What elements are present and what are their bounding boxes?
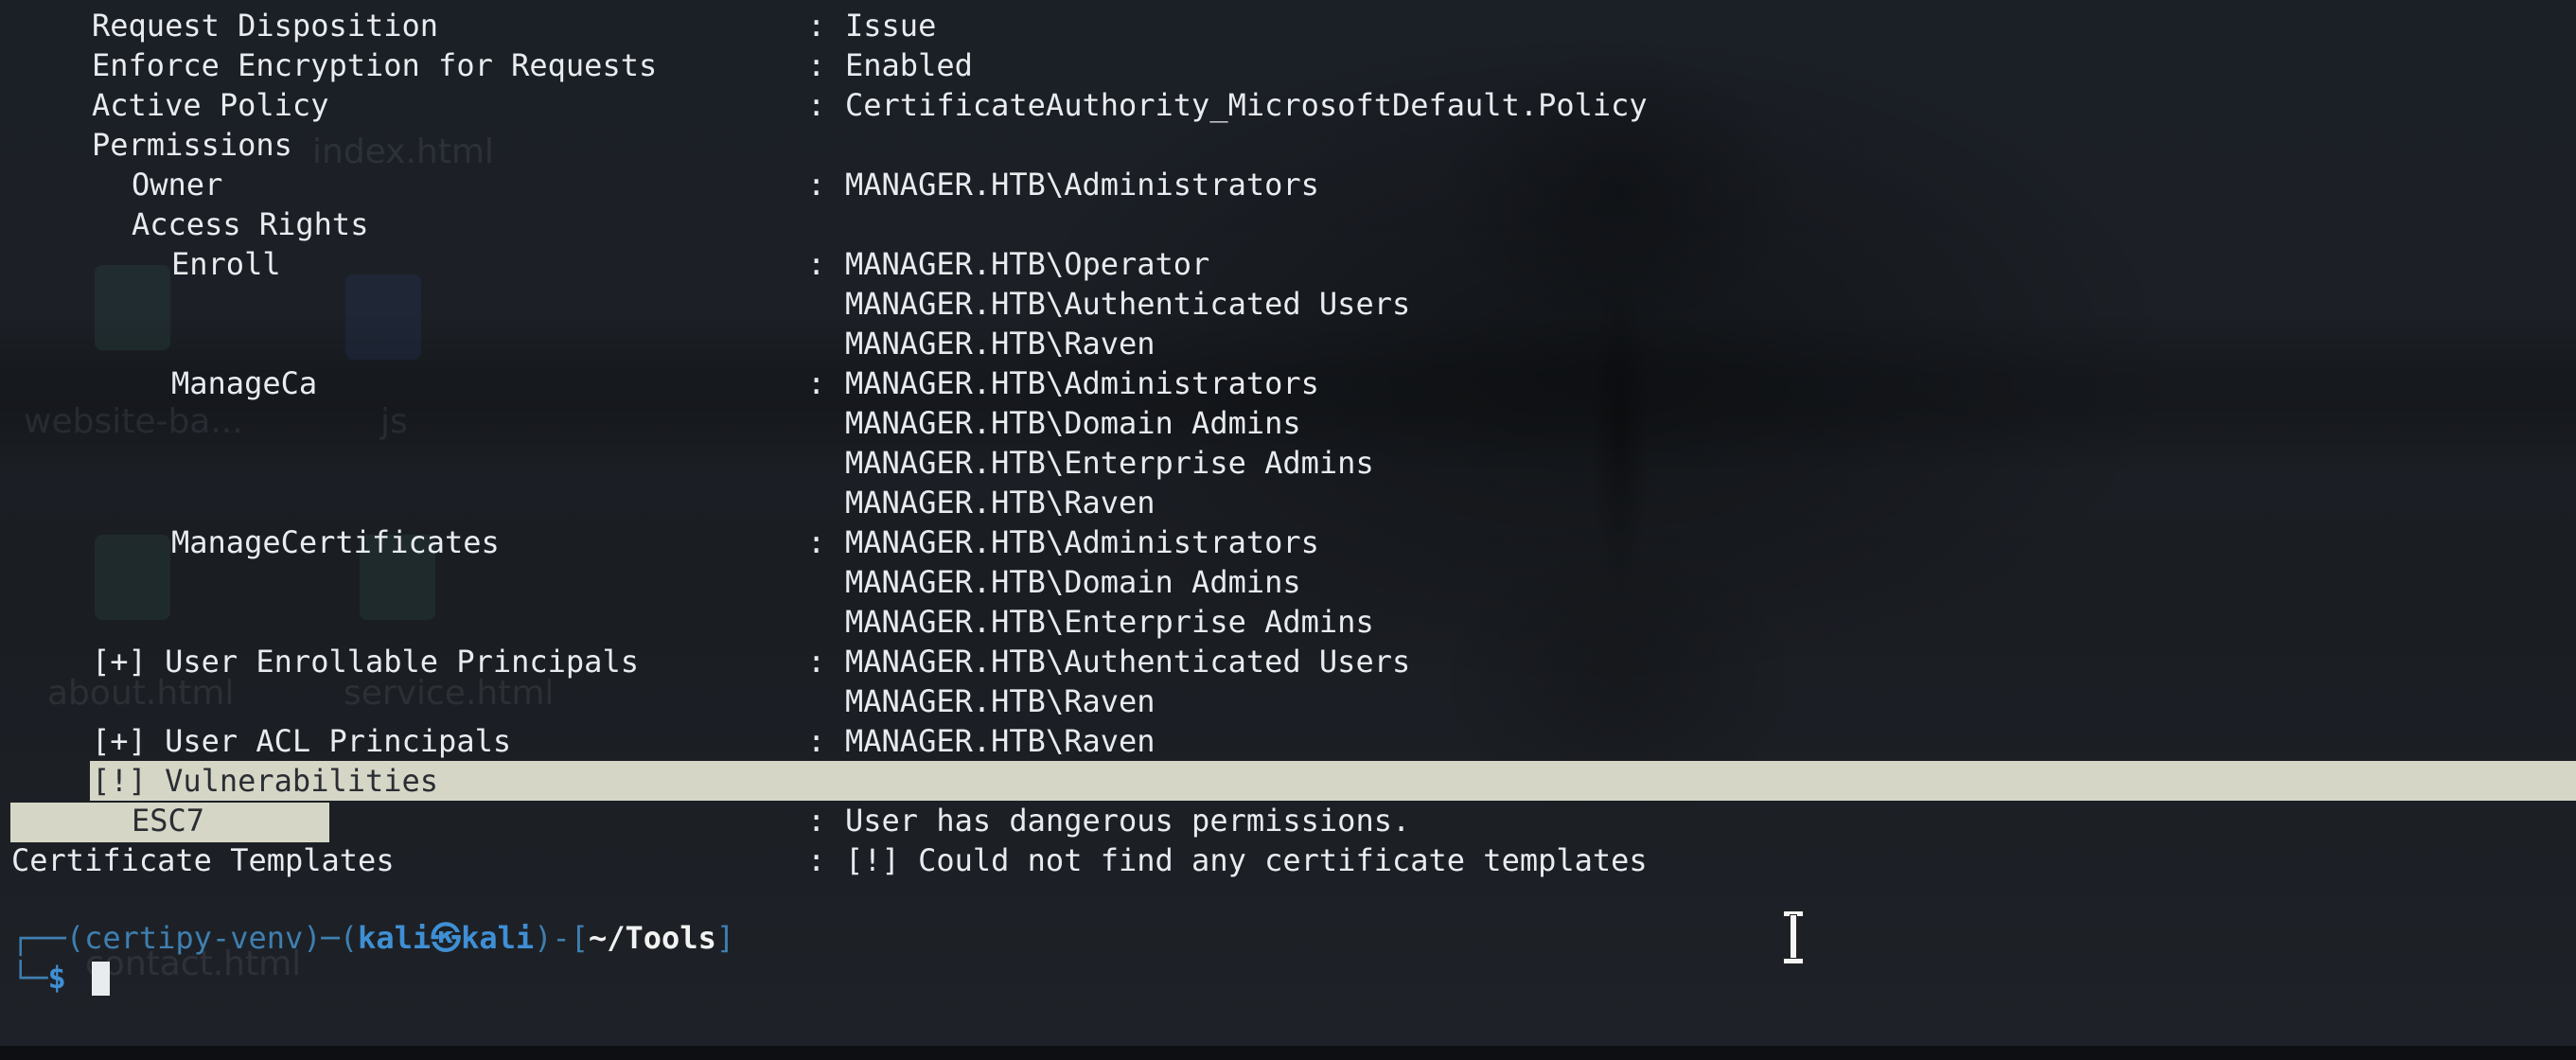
- row-value: Issue: [845, 8, 937, 44]
- row-separator: :: [807, 8, 826, 44]
- prompt-dollar: $: [47, 960, 66, 996]
- row-value: MANAGER.HTB\Administrators: [845, 365, 1319, 401]
- row-value: MANAGER.HTB\Authenticated Users: [845, 644, 1411, 680]
- row-value: MANAGER.HTB\Administrators: [845, 167, 1319, 203]
- terminal-window[interactable]: index.html website-ba... js about.html s…: [0, 0, 2576, 1060]
- terminal-row: Active Policy: CertificateAuthority_Micro…: [0, 85, 2576, 125]
- terminal-row: MANAGER.HTB\Domain Admins: [0, 403, 2576, 443]
- terminal-row: MANAGER.HTB\Enterprise Admins: [0, 602, 2576, 642]
- terminal-row: Owner: MANAGER.HTB\Administrators: [0, 165, 2576, 204]
- row-value: MANAGER.HTB\Domain Admins: [845, 405, 1301, 441]
- terminal-row: [+] User ACL Principals: MANAGER.HTB\Rave…: [0, 721, 2576, 761]
- prompt-frame-top: ┌──: [11, 920, 66, 956]
- row-separator: :: [807, 365, 826, 401]
- prompt-line-2[interactable]: └─$: [11, 956, 66, 999]
- row-key: Enroll: [171, 246, 281, 282]
- prompt-line-1: ┌──(certipy-venv)─(kali㉿kali)-[~/Tools]: [11, 916, 734, 960]
- row-value: MANAGER.HTB\Administrators: [845, 524, 1319, 560]
- row-value: CertificateAuthority_MicrosoftDefault.Po…: [845, 87, 1648, 123]
- row-value: MANAGER.HTB\Raven: [845, 485, 1156, 521]
- prompt-open-paren: (: [339, 920, 359, 956]
- row-key: Permissions: [92, 127, 292, 163]
- prompt-user: kali: [358, 920, 432, 956]
- terminal-row: Permissions: [0, 125, 2576, 165]
- row-value: MANAGER.HTB\Raven: [845, 326, 1156, 362]
- terminal-row: [+] User Enrollable Principals: MANAGER.H…: [0, 642, 2576, 681]
- terminal-row: MANAGER.HTB\Domain Admins: [0, 562, 2576, 602]
- row-key: ESC7: [132, 803, 205, 839]
- terminal-row: MANAGER.HTB\Authenticated Users: [0, 284, 2576, 324]
- row-separator: :: [807, 47, 826, 83]
- row-value: [!] Could not find any certificate templ…: [845, 842, 1648, 878]
- prompt-at-icon: ㉿: [431, 920, 462, 956]
- row-separator: :: [807, 723, 826, 759]
- row-key: Enforce Encryption for Requests: [92, 47, 658, 83]
- row-value: MANAGER.HTB\Enterprise Admins: [845, 604, 1374, 640]
- row-key: Owner: [132, 167, 223, 203]
- row-key: Request Disposition: [92, 8, 439, 44]
- prompt-frame-bottom: └─: [11, 960, 48, 996]
- row-value: MANAGER.HTB\Enterprise Admins: [845, 445, 1374, 481]
- row-separator: :: [807, 524, 826, 560]
- terminal-row: ManageCertificates: MANAGER.HTB\Administr…: [0, 522, 2576, 562]
- row-separator: :: [807, 87, 826, 123]
- row-separator: :: [807, 644, 826, 680]
- row-key: [+] User ACL Principals: [92, 723, 512, 759]
- row-value: MANAGER.HTB\Operator: [845, 246, 1210, 282]
- row-separator: :: [807, 246, 826, 282]
- terminal-row: MANAGER.HTB\Raven: [0, 324, 2576, 363]
- terminal-row: MANAGER.HTB\Raven: [0, 483, 2576, 522]
- prompt-path: ~/Tools: [588, 920, 716, 956]
- prompt-close-bracket: ]: [715, 920, 735, 956]
- terminal-row: Enforce Encryption for Requests: Enabled: [0, 45, 2576, 85]
- window-bottom-edge: [0, 1046, 2576, 1060]
- row-key: Certificate Templates: [11, 842, 395, 878]
- text-cursor: [92, 962, 110, 996]
- row-value: Enabled: [845, 47, 973, 83]
- terminal-row: Enroll: MANAGER.HTB\Operator: [0, 244, 2576, 284]
- row-key: [!] Vulnerabilities: [92, 763, 439, 799]
- terminal-row: [!] Vulnerabilities: [0, 761, 2576, 801]
- terminal-row: MANAGER.HTB\Enterprise Admins: [0, 443, 2576, 483]
- row-separator: :: [807, 842, 826, 878]
- row-value: MANAGER.HTB\Raven: [845, 723, 1156, 759]
- row-separator: :: [807, 803, 826, 839]
- row-separator: :: [807, 167, 826, 203]
- row-key: Active Policy: [92, 87, 329, 123]
- row-value: MANAGER.HTB\Raven: [845, 683, 1156, 719]
- prompt-close-paren: )-[: [534, 920, 589, 956]
- row-value: MANAGER.HTB\Domain Admins: [845, 564, 1301, 600]
- terminal-row: Access Rights: [0, 204, 2576, 244]
- terminal-row: ManageCa: MANAGER.HTB\Administrators: [0, 363, 2576, 403]
- row-key: [+] User Enrollable Principals: [92, 644, 639, 680]
- prompt-host: kali: [461, 920, 535, 956]
- terminal-row: Request Disposition: Issue: [0, 6, 2576, 45]
- row-key: ManageCertificates: [171, 524, 500, 560]
- row-key: ManageCa: [171, 365, 318, 401]
- prompt-venv: (certipy-venv): [65, 920, 322, 956]
- terminal-row: Certificate Templates: [!] Could not find…: [0, 840, 2576, 880]
- mouse-ibeam-icon: [1779, 910, 1806, 964]
- terminal-row: ESC7: User has dangerous permissions.: [0, 801, 2576, 840]
- row-key: Access Rights: [132, 206, 369, 242]
- prompt-dash: ─: [321, 920, 340, 956]
- row-value: MANAGER.HTB\Authenticated Users: [845, 286, 1411, 322]
- terminal-row: MANAGER.HTB\Raven: [0, 681, 2576, 721]
- row-value: User has dangerous permissions.: [845, 803, 1411, 839]
